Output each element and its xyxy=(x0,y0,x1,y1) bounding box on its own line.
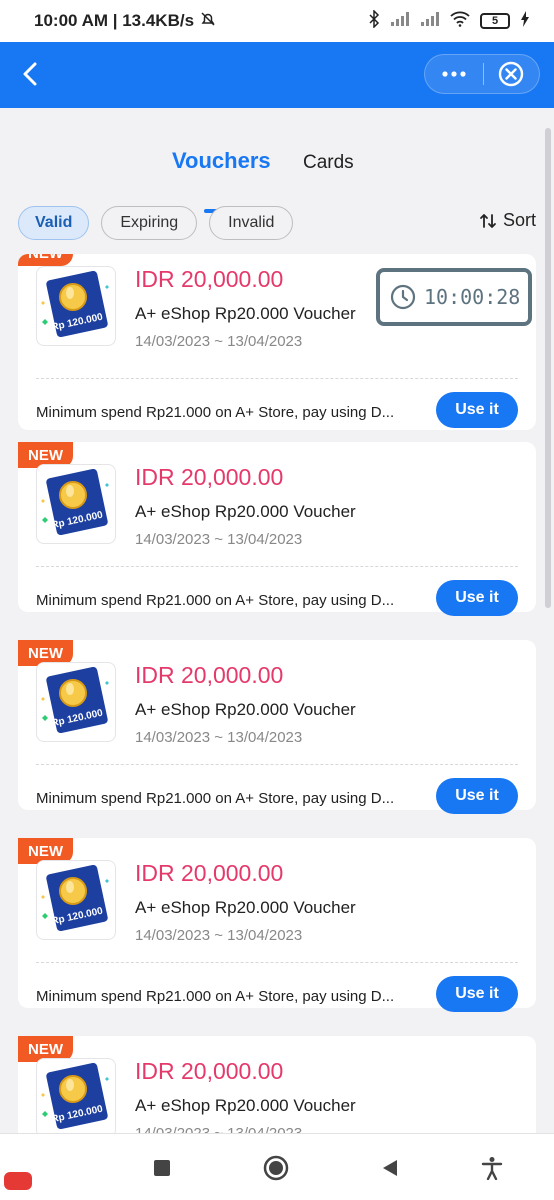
voucher-amount: IDR 20,000.00 xyxy=(135,464,284,490)
mute-bell-icon xyxy=(200,11,216,32)
close-button[interactable] xyxy=(483,55,539,93)
voucher-title: A+ eShop Rp20.000 Voucher xyxy=(135,502,356,521)
sort-label: Sort xyxy=(502,210,536,230)
tab-vouchers[interactable]: Vouchers xyxy=(172,148,271,174)
voucher-amount: IDR 20,000.00 xyxy=(135,266,284,292)
filter-chips: Valid Expiring Invalid xyxy=(18,206,294,240)
voucher-thumbnail: Rp 120.000 xyxy=(36,860,116,940)
chevron-left-icon xyxy=(23,62,37,86)
voucher-condition: Minimum spend Rp21.000 on A+ Store, pay … xyxy=(36,404,395,421)
voucher-validity: 14/03/2023 ~ 13/04/2023 xyxy=(135,927,303,944)
clock-icon xyxy=(390,284,416,310)
voucher-amount: IDR 20,000.00 xyxy=(135,662,284,688)
voucher-card[interactable]: NEWRp 120.000 IDR 20,000.00 A+ eShop Rp20.… xyxy=(18,254,536,430)
voucher-thumbnail: Rp 120.000 xyxy=(36,464,116,544)
signal-icon xyxy=(390,11,410,32)
voucher-thumbnail: Rp 120.000 xyxy=(36,266,116,346)
card-divider xyxy=(36,962,518,963)
voucher-card[interactable]: NEWRp 120.000IDR 20,000.00A+ eShop Rp20.… xyxy=(18,838,536,1012)
home-button[interactable] xyxy=(262,1154,290,1182)
use-it-button[interactable]: Use it xyxy=(436,580,518,616)
voucher-thumbnail: Rp 120.000 xyxy=(36,662,116,742)
tab-cards[interactable]: Cards xyxy=(303,152,354,174)
accessibility-button[interactable] xyxy=(478,1154,506,1182)
status-left: 10:00 AM | 13.4KB/s xyxy=(34,11,216,32)
voucher-amount: IDR 20,000.00 xyxy=(135,860,284,886)
status-bar: 10:00 AM | 13.4KB/s 5 xyxy=(0,0,554,42)
voucher-card[interactable]: NEWRp 120.000IDR 20,000.00A+ eShop Rp20.… xyxy=(18,640,536,814)
accessibility-icon xyxy=(481,1157,503,1180)
mini-app-capsule xyxy=(424,54,540,94)
back-button[interactable] xyxy=(14,56,50,92)
square-icon xyxy=(154,1160,170,1176)
home-circle-icon xyxy=(263,1155,289,1181)
sale-sticker-icon xyxy=(4,1172,32,1190)
card-divider xyxy=(36,566,518,567)
battery-icon: 5 xyxy=(480,13,510,29)
voucher-validity: 14/03/2023 ~ 13/04/2023 xyxy=(135,333,303,350)
bluetooth-icon xyxy=(368,8,380,33)
status-time-speed: 10:00 AM | 13.4KB/s xyxy=(34,11,195,30)
status-right: 5 xyxy=(368,8,530,33)
content-area: Vouchers Cards Valid Expiring Invalid So… xyxy=(0,108,554,1134)
recents-button[interactable] xyxy=(148,1154,176,1182)
back-nav-button[interactable] xyxy=(376,1154,404,1182)
use-it-button[interactable]: Use it xyxy=(436,392,518,428)
card-divider xyxy=(36,764,518,765)
filter-invalid[interactable]: Invalid xyxy=(209,206,294,240)
triangle-back-icon xyxy=(383,1160,397,1176)
voucher-title: A+ eShop Rp20.000 Voucher xyxy=(135,898,356,917)
sort-button[interactable]: Sort xyxy=(479,210,536,231)
signal-icon-2 xyxy=(420,11,440,32)
card-divider xyxy=(36,378,518,379)
sort-icon xyxy=(480,213,496,228)
wifi-icon xyxy=(450,11,470,32)
voucher-title: A+ eShop Rp20.000 Voucher xyxy=(135,304,356,323)
more-dots-icon xyxy=(442,71,466,77)
use-it-button[interactable]: Use it xyxy=(436,778,518,814)
close-circle-icon xyxy=(499,61,524,87)
filter-expiring[interactable]: Expiring xyxy=(101,206,198,240)
charging-icon xyxy=(520,10,530,32)
new-badge: NEW xyxy=(18,254,73,266)
timer-overlay: 10:00:28 xyxy=(376,268,532,326)
voucher-title: A+ eShop Rp20.000 Voucher xyxy=(135,700,356,719)
use-it-button[interactable]: Use it xyxy=(436,976,518,1012)
voucher-amount: IDR 20,000.00 xyxy=(135,1058,284,1084)
voucher-validity: 14/03/2023 ~ 13/04/2023 xyxy=(135,729,303,746)
voucher-condition: Minimum spend Rp21.000 on A+ Store, pay … xyxy=(36,988,395,1005)
app-header xyxy=(0,42,554,108)
voucher-card[interactable]: NEWRp 120.000IDR 20,000.00A+ eShop Rp20.… xyxy=(18,1036,536,1134)
voucher-validity: 14/03/2023 ~ 13/04/2023 xyxy=(135,531,303,548)
tab-bar: Vouchers Cards xyxy=(0,136,554,213)
scrollbar[interactable] xyxy=(545,128,551,608)
system-nav-bar xyxy=(0,1133,554,1200)
timer-text: 10:00:28 xyxy=(424,285,521,309)
more-button[interactable] xyxy=(425,55,483,93)
voucher-condition: Minimum spend Rp21.000 on A+ Store, pay … xyxy=(36,790,395,807)
voucher-title: A+ eShop Rp20.000 Voucher xyxy=(135,1096,356,1115)
voucher-thumbnail: Rp 120.000 xyxy=(36,1058,116,1134)
filter-valid[interactable]: Valid xyxy=(18,206,90,240)
voucher-card[interactable]: NEWRp 120.000IDR 20,000.00A+ eShop Rp20.… xyxy=(18,442,536,616)
voucher-condition: Minimum spend Rp21.000 on A+ Store, pay … xyxy=(36,592,395,609)
